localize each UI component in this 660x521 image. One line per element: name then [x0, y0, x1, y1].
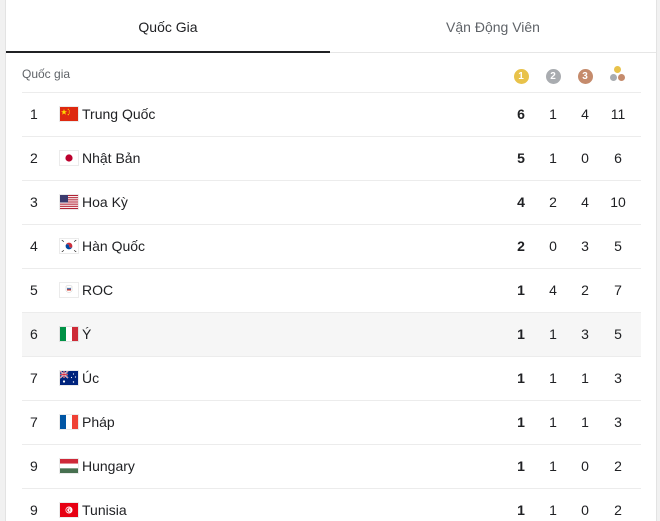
silver-count: 1	[549, 458, 557, 474]
country-name: Nhật Bản	[82, 150, 141, 166]
tab-countries[interactable]: Quốc Gia	[6, 0, 330, 52]
silver-count: 4	[549, 282, 557, 298]
country-name: Trung Quốc	[82, 106, 156, 122]
country-column-header: Quốc gia	[22, 67, 71, 81]
bronze-count: 0	[581, 458, 589, 474]
roc-flag-icon	[60, 283, 78, 297]
usa-flag-icon	[60, 195, 78, 209]
china-flag-icon	[60, 107, 78, 121]
bronze-count: 1	[581, 370, 589, 386]
medal-rows: 1 Trung Quốc 6 1 4 11 2 Nhật Bản 5 1 0 6 3 Hoa Kỳ 4 2 4 1…	[22, 93, 641, 521]
total-medals-icon	[610, 66, 626, 82]
rank: 9	[30, 502, 38, 518]
country-name: Úc	[82, 370, 100, 386]
hungary-flag-icon	[60, 459, 78, 473]
table-row[interactable]: 3 Hoa Kỳ 4 2 4 10	[22, 181, 641, 225]
rank: 4	[30, 238, 38, 254]
japan-flag-icon	[60, 151, 78, 165]
rank: 3	[30, 194, 38, 210]
silver-count: 1	[549, 414, 557, 430]
rank: 6	[30, 326, 38, 342]
total-count: 10	[610, 194, 626, 210]
gold-count: 4	[517, 194, 525, 210]
total-column-header[interactable]	[602, 66, 634, 87]
tab-athletes[interactable]: Vận Động Viên	[330, 0, 656, 52]
bronze-count: 0	[581, 150, 589, 166]
rank: 2	[30, 150, 38, 166]
table-row[interactable]: 5 ROC 1 4 2 7	[22, 269, 641, 313]
gold-count: 2	[517, 238, 525, 254]
rank: 9	[30, 458, 38, 474]
silver-count: 1	[549, 502, 557, 518]
bronze-column-header[interactable]: 3	[569, 66, 601, 84]
italy-flag-icon	[60, 327, 78, 341]
table-row[interactable]: 4 Hàn Quốc 2 0 3 5	[22, 225, 641, 269]
bronze-count: 3	[581, 238, 589, 254]
country-name: Ý	[82, 326, 92, 342]
total-count: 2	[614, 502, 622, 518]
country-name: Pháp	[82, 414, 115, 430]
bronze-count: 4	[581, 106, 589, 122]
tunisia-flag-icon	[60, 503, 78, 517]
silver-count: 1	[549, 370, 557, 386]
total-count: 7	[614, 282, 622, 298]
gold-count: 1	[517, 502, 525, 518]
gold-count: 1	[517, 326, 525, 342]
gold-medal-icon: 1	[513, 69, 529, 84]
silver-count: 0	[549, 238, 557, 254]
gold-count: 5	[517, 150, 525, 166]
bronze-medal-icon: 3	[577, 69, 593, 84]
silver-column-header[interactable]: 2	[537, 66, 569, 84]
bronze-count: 0	[581, 502, 589, 518]
total-count: 2	[614, 458, 622, 474]
gold-count: 1	[517, 282, 525, 298]
silver-count: 1	[549, 150, 557, 166]
total-count: 6	[614, 150, 622, 166]
table-row[interactable]: 2 Nhật Bản 5 1 0 6	[22, 137, 641, 181]
table-row[interactable]: 7 Pháp 1 1 1 3	[22, 401, 641, 445]
total-count: 11	[610, 106, 626, 122]
country-name: Hungary	[82, 458, 135, 474]
table-row[interactable]: 6 Ý 1 1 3 5	[22, 313, 641, 357]
rank: 5	[30, 282, 38, 298]
gold-count: 1	[517, 458, 525, 474]
silver-count: 1	[549, 326, 557, 342]
total-count: 5	[614, 326, 622, 342]
bronze-count: 3	[581, 326, 589, 342]
tab-bar: Quốc Gia Vận Động Viên	[6, 0, 656, 53]
medal-table-card: Quốc Gia Vận Động Viên Quốc gia 1 2 3 1 T…	[5, 0, 657, 521]
bronze-count: 4	[581, 194, 589, 210]
silver-medal-icon: 2	[545, 69, 561, 84]
total-count: 5	[614, 238, 622, 254]
table-row[interactable]: 9 Hungary 1 1 0 2	[22, 445, 641, 489]
korea-flag-icon	[60, 239, 78, 253]
country-name: ROC	[82, 282, 114, 298]
table-row[interactable]: 9 Tunisia 1 1 0 2	[22, 489, 641, 521]
gold-count: 1	[517, 370, 525, 386]
gold-count: 6	[517, 106, 525, 122]
table-row[interactable]: 1 Trung Quốc 6 1 4 11	[22, 93, 641, 137]
bronze-count: 2	[581, 282, 589, 298]
gold-count: 1	[517, 414, 525, 430]
table-header: Quốc gia 1 2 3	[22, 52, 641, 93]
country-name: Tunisia	[82, 502, 127, 518]
australia-flag-icon	[60, 371, 78, 385]
silver-count: 1	[549, 106, 557, 122]
country-name: Hoa Kỳ	[82, 194, 128, 210]
silver-count: 2	[549, 194, 557, 210]
bronze-count: 1	[581, 414, 589, 430]
france-flag-icon	[60, 415, 78, 429]
country-name: Hàn Quốc	[82, 238, 146, 254]
gold-column-header[interactable]: 1	[505, 66, 537, 84]
total-count: 3	[614, 414, 622, 430]
rank: 1	[30, 106, 38, 122]
rank: 7	[30, 370, 38, 386]
total-count: 3	[614, 370, 622, 386]
rank: 7	[30, 414, 38, 430]
table-row[interactable]: 7 Úc 1 1 1 3	[22, 357, 641, 401]
